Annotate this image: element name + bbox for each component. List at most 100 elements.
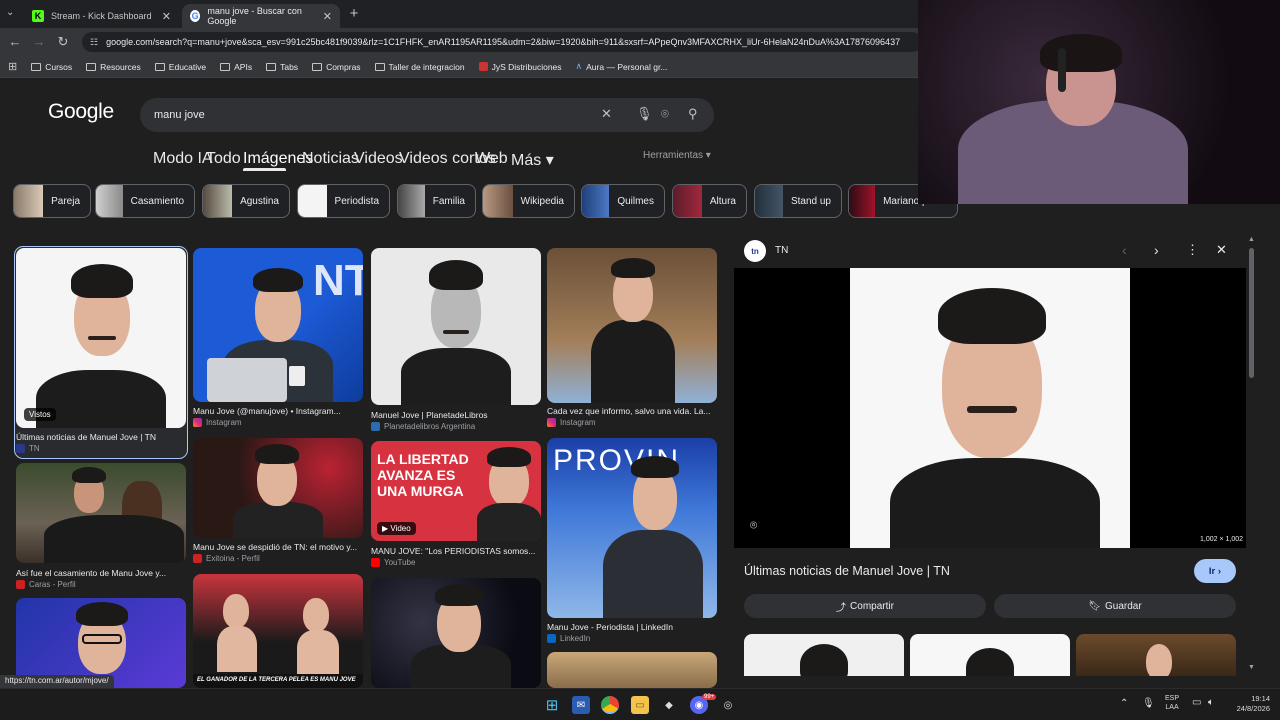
tab-modo-ia[interactable]: Modo IA [153, 150, 213, 168]
tools-button[interactable]: Herramientas ▾ [643, 150, 711, 161]
clock[interactable]: 19:14 24/8/2026 [1228, 694, 1270, 714]
volume-icon[interactable]: 🔈︎ [1208, 697, 1214, 708]
start-icon[interactable]: ⊞ [543, 696, 561, 714]
scroll-down-icon[interactable]: ▼ [1248, 664, 1255, 671]
person-hair [1040, 34, 1122, 72]
chip-periodista[interactable]: Periodista [297, 184, 390, 218]
search-box[interactable]: manu jove ✕ 🎙 ⌾ ⚲ [140, 98, 714, 132]
person-hair [76, 602, 128, 626]
file-explorer-icon[interactable]: ▭ [631, 696, 649, 714]
bookmark-resources[interactable]: Resources [86, 62, 141, 72]
url-text: google.com/search?q=manu+jove&sca_esv=99… [106, 37, 901, 47]
search-icon[interactable]: ⚲ [688, 106, 698, 122]
close-tab-icon[interactable]: ✕ [162, 10, 171, 23]
visit-button[interactable]: Ir › [1194, 559, 1236, 583]
search-input[interactable]: manu jove [154, 109, 205, 121]
preview-image-frame[interactable]: ⌾ 1,002 × 1,002 [734, 268, 1246, 548]
language-indicator[interactable]: ESP LAA [1165, 694, 1179, 712]
chip-casamiento[interactable]: Casamiento [95, 184, 195, 218]
keyboard-layout: LAA [1165, 704, 1179, 711]
forward-icon[interactable]: → [31, 34, 47, 49]
chip-pareja[interactable]: Pareja [13, 184, 91, 218]
chip-agustina[interactable]: Agustina [202, 184, 290, 218]
network-icon[interactable]: ▭ [1192, 697, 1201, 708]
preview-source[interactable]: TN [775, 245, 788, 256]
active-tab-indicator [243, 168, 286, 171]
previous-icon[interactable]: ‹ [1122, 242, 1127, 258]
related-image[interactable] [1076, 634, 1236, 676]
bookmark-educative[interactable]: Educative [154, 62, 206, 72]
chip-altura[interactable]: Altura [672, 184, 747, 218]
related-image[interactable] [744, 634, 904, 676]
chip-wikipedia[interactable]: Wikipedia [482, 184, 575, 218]
chrome-icon[interactable] [601, 696, 619, 714]
new-tab-button[interactable]: + [344, 5, 364, 23]
person-hair [938, 288, 1046, 344]
chevron-up-icon[interactable]: ⌃ [1120, 698, 1128, 709]
tab-mas[interactable]: Más ▾ [511, 150, 554, 170]
reload-icon[interactable]: ↻ [55, 34, 71, 50]
microphone-icon[interactable]: 🎙︎ [1142, 698, 1155, 709]
bookmark-compras[interactable]: Compras [312, 62, 361, 72]
bookmark-cursos[interactable]: Cursos [31, 62, 72, 72]
clear-icon[interactable]: ✕ [601, 106, 612, 122]
close-icon[interactable]: ✕ [1216, 242, 1227, 258]
tab-web[interactable]: Web [475, 150, 508, 168]
result-image[interactable] [547, 248, 717, 403]
result-image[interactable]: LA LIBERTAD AVANZA ES UNA MURGA ▶ Video [371, 441, 541, 541]
obs-icon[interactable]: ◎ [719, 696, 737, 714]
chip-familia[interactable]: Familia [397, 184, 476, 218]
bookmark-aura[interactable]: ∧ Aura — Personal gr... [576, 61, 668, 72]
back-icon[interactable]: ← [7, 34, 23, 49]
result-image[interactable] [371, 578, 541, 688]
save-button[interactable]: 🔖︎ Guardar [994, 594, 1236, 618]
result-image[interactable] [193, 438, 363, 538]
tab-noticias[interactable]: Noticias [302, 150, 359, 168]
preview-image [850, 268, 1130, 548]
image-preview-panel: tn TN ‹ › ⋮ ✕ ⌾ 1,002 × 1,002 Últimas no… [734, 236, 1246, 676]
next-icon[interactable]: › [1154, 242, 1159, 258]
result-image[interactable]: EL GANADOR DE LA TERCERA PELEA ES MANU J… [193, 574, 363, 688]
related-image[interactable] [910, 634, 1070, 676]
bookmark-jys[interactable]: JyS Distribuciones [478, 62, 562, 72]
mustache [443, 330, 469, 334]
apps-grid-icon[interactable]: ⊞ [8, 60, 17, 73]
result-image[interactable] [547, 652, 717, 688]
address-bar[interactable]: ☷ google.com/search?q=manu+jove&sca_esv=… [82, 32, 922, 52]
source-label: LinkedIn [560, 634, 591, 643]
result-image[interactable]: PROVIN [547, 438, 717, 618]
cube-app-icon[interactable]: ◆ [660, 696, 678, 714]
result-image[interactable] [371, 248, 541, 405]
result-image[interactable] [16, 248, 186, 428]
bookmark-apis[interactable]: APIs [220, 62, 252, 72]
tab-title: Stream - Kick Dashboard [51, 11, 152, 21]
lens-icon[interactable]: ⌾ [661, 106, 669, 122]
close-tab-icon[interactable]: ✕ [323, 10, 332, 23]
preview-title[interactable]: Últimas noticias de Manuel Jove | TN [744, 564, 950, 578]
chip-quilmes[interactable]: Quilmes [581, 184, 665, 218]
bookmark-label: Aura — Personal gr... [586, 61, 668, 72]
result-image[interactable]: NT [193, 248, 363, 402]
more-options-icon[interactable]: ⋮ [1186, 242, 1199, 258]
site-info-icon[interactable]: ☷ [90, 37, 98, 48]
share-button[interactable]: ⤴ Compartir [744, 594, 986, 618]
scroll-up-icon[interactable]: ▲ [1248, 236, 1255, 243]
person-body [217, 626, 257, 672]
panel-scrollbar[interactable] [1249, 248, 1254, 378]
outlook-icon[interactable]: ✉ [572, 696, 590, 714]
microphone-icon[interactable]: 🎙 [636, 106, 653, 122]
google-logo[interactable]: Google [48, 100, 114, 124]
tab-kick-dashboard[interactable]: K Stream - Kick Dashboard ✕ [24, 4, 179, 28]
bookmark-tabs[interactable]: Tabs [266, 62, 298, 72]
lens-search-icon[interactable]: ⌾ [750, 518, 757, 533]
folder-icon [374, 62, 385, 71]
glasses [82, 634, 122, 644]
tab-search-icon[interactable]: ⌄ [6, 7, 14, 18]
bookmark-taller[interactable]: Taller de integracion [374, 62, 465, 72]
tab-videos[interactable]: Videos [354, 150, 403, 168]
tab-todo[interactable]: Todo [206, 150, 241, 168]
person-body [44, 515, 184, 563]
result-image[interactable] [16, 463, 186, 563]
tab-google-search[interactable]: G manu jove - Buscar con Google ✕ [182, 4, 340, 28]
chip-stand-up[interactable]: Stand up [754, 184, 842, 218]
